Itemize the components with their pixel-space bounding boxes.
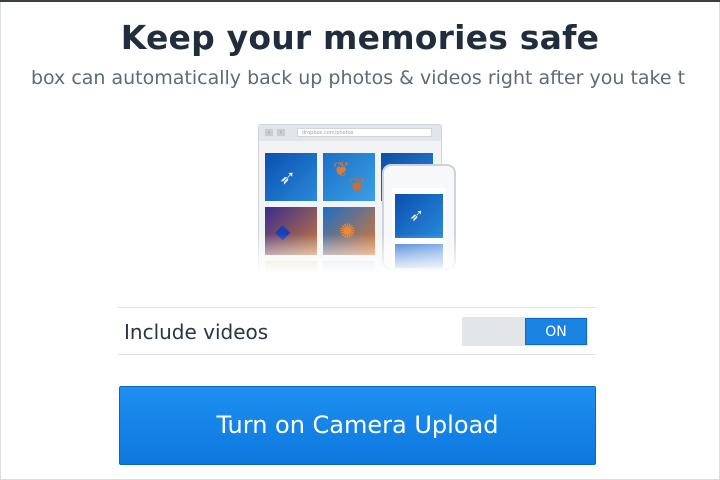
turn-on-camera-upload-button[interactable]: Turn on Camera Upload <box>119 386 596 465</box>
divider <box>118 307 596 308</box>
divider <box>118 354 596 355</box>
back-arrow-icon: ‹ <box>265 129 273 136</box>
illustration-fade <box>258 234 458 274</box>
jellyfish-photo-icon: ❦ ❦ <box>323 153 375 201</box>
forward-arrow-icon: › <box>277 129 285 136</box>
browser-toolbar: ‹ › dropbox.com/photos <box>259 125 441 141</box>
camera-upload-illustration: ‹ › dropbox.com/photos ➶ ❦ ❦ ◆ ✺ ➶ <box>258 124 458 274</box>
page-title: Keep your memories safe <box>120 18 600 57</box>
toggle-on-state[interactable]: ON <box>525 318 587 345</box>
page-subtitle: box can automatically back up photos & v… <box>30 67 686 89</box>
fish-photo-icon: ➶ <box>395 194 443 238</box>
top-border <box>0 0 720 2</box>
fish-photo-icon: ➶ <box>265 153 317 201</box>
browser-url: dropbox.com/photos <box>297 128 432 137</box>
include-videos-label: Include videos <box>124 320 269 344</box>
